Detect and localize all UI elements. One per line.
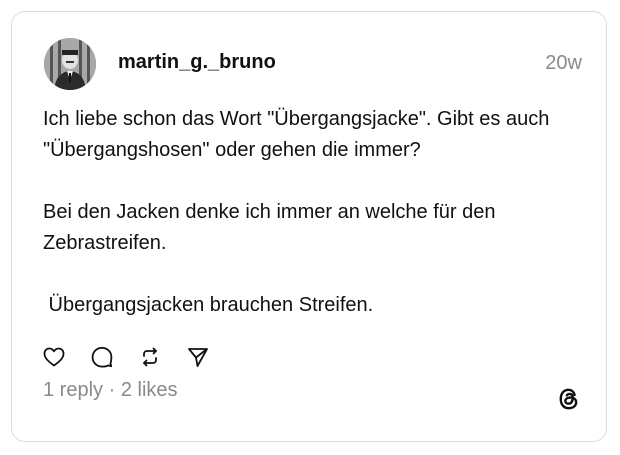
send-icon bbox=[188, 348, 208, 367]
repost-button[interactable] bbox=[137, 344, 163, 370]
username[interactable]: martin_g._bruno bbox=[118, 51, 276, 74]
like-count[interactable]: 2 likes bbox=[121, 379, 178, 401]
repost-icon bbox=[143, 347, 157, 367]
threads-logo-icon[interactable] bbox=[556, 386, 582, 412]
post-timestamp[interactable]: 20w bbox=[545, 52, 582, 75]
post-card: martin_g._bruno 20w Ich liebe schon das … bbox=[11, 11, 607, 442]
comment-bubble-icon bbox=[91, 346, 113, 368]
post-paragraph: Übergangsjacken brauchen Streifen. bbox=[43, 294, 374, 316]
reply-button[interactable] bbox=[89, 344, 115, 370]
stats-separator: · bbox=[108, 379, 116, 401]
post-paragraph: Ich liebe schon das Wort "Übergangsjacke… bbox=[43, 108, 550, 161]
post-stats: 1 reply · 2 likes bbox=[43, 379, 178, 402]
post-text: Ich liebe schon das Wort "Übergangsjacke… bbox=[43, 104, 583, 321]
reply-count[interactable]: 1 reply bbox=[43, 379, 103, 401]
like-button[interactable] bbox=[41, 344, 67, 370]
share-button[interactable] bbox=[185, 344, 211, 370]
heart-icon bbox=[43, 347, 65, 367]
post-paragraph: Bei den Jacken denke ich immer an welche… bbox=[43, 201, 496, 254]
post-actions bbox=[41, 344, 233, 370]
avatar[interactable] bbox=[44, 38, 96, 90]
